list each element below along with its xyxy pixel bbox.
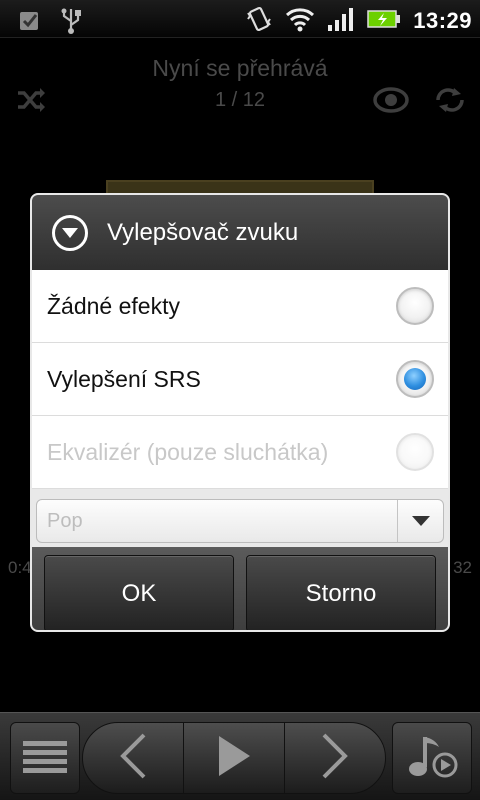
signal-icon (327, 7, 355, 35)
chevron-down-icon (52, 214, 88, 251)
equalizer-preset-row: Pop (32, 489, 448, 547)
shuffle-icon[interactable] (16, 86, 46, 118)
option-label: Ekvalizér (pouze sluchátka) (47, 438, 329, 465)
option-equalizer: Ekvalizér (pouze sluchátka) (32, 416, 448, 489)
radio-button-disabled (396, 433, 434, 471)
usb-icon (60, 7, 82, 39)
checkbox-notification-icon (18, 9, 42, 37)
dialog-buttons: OK Storno (32, 547, 448, 630)
select-value: Pop (47, 509, 83, 532)
srs-eye-icon[interactable] (372, 85, 410, 119)
option-no-effects[interactable]: Žádné efekty (32, 270, 448, 343)
play-button[interactable] (184, 723, 285, 793)
equalizer-preset-select: Pop (36, 499, 444, 543)
dropdown-arrow-icon (397, 500, 443, 542)
music-note-play-icon (405, 729, 459, 787)
previous-button[interactable] (83, 723, 184, 793)
total-time: 32 (453, 558, 472, 577)
option-label: Žádné efekty (47, 292, 180, 319)
playlist-button[interactable] (10, 722, 80, 794)
next-icon (320, 733, 350, 783)
ok-button[interactable]: OK (44, 555, 234, 630)
option-label: Vylepšení SRS (47, 365, 201, 392)
playback-bar (0, 712, 480, 800)
repeat-icon[interactable] (434, 86, 466, 118)
status-bar: 13:29 (0, 0, 480, 38)
music-library-button[interactable] (392, 722, 472, 794)
sound-enhancer-dialog: Vylepšovač zvuku Žádné efekty Vylepšení … (30, 193, 450, 632)
previous-icon (118, 733, 148, 783)
now-playing-title: Nyní se přehrává (152, 55, 328, 81)
wifi-icon (285, 6, 315, 36)
dialog-title: Vylepšovač zvuku (107, 218, 299, 246)
transport-controls (82, 722, 386, 794)
dialog-header: Vylepšovač zvuku (32, 195, 448, 270)
play-icon (217, 735, 251, 781)
list-icon (22, 739, 68, 777)
cancel-button[interactable]: Storno (246, 555, 436, 630)
radio-button-selected[interactable] (396, 360, 434, 398)
battery-charging-icon (367, 9, 401, 33)
radio-button[interactable] (396, 287, 434, 325)
vibrate-icon (245, 5, 273, 37)
clock: 13:29 (413, 8, 472, 33)
option-srs-enhancement[interactable]: Vylepšení SRS (32, 343, 448, 416)
next-button[interactable] (285, 723, 385, 793)
elapsed-time: 0:4 (8, 558, 32, 577)
